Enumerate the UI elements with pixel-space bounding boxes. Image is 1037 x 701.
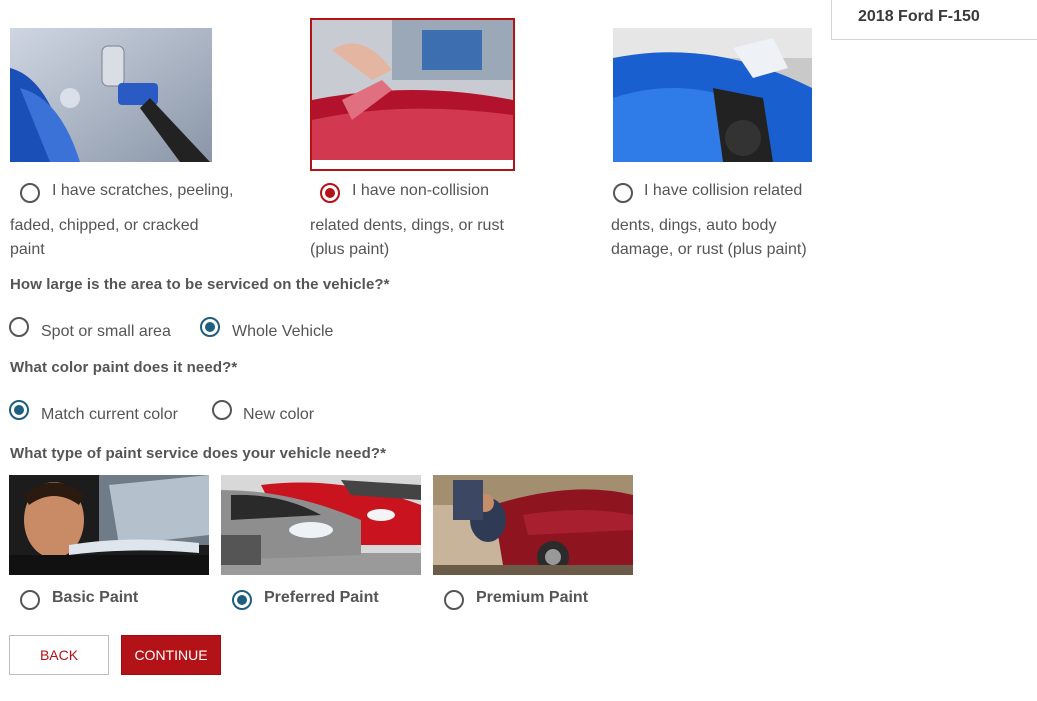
scratches-label-line2: faded, chipped, or cracked (10, 217, 199, 234)
collision-label-line2: dents, dings, auto body (611, 217, 777, 234)
collision-label-line1: I have collision related (644, 182, 803, 199)
collision-damage-image[interactable] (613, 28, 812, 162)
preferred-paint-radio[interactable] (232, 590, 252, 610)
scratches-radio[interactable] (20, 183, 40, 203)
continue-button[interactable]: CONTINUE (121, 635, 221, 675)
premium-paint-label[interactable]: Premium Paint (476, 589, 588, 607)
dents-rust-image[interactable] (310, 18, 515, 171)
back-button[interactable]: BACK (9, 635, 109, 675)
preferred-paint-label[interactable]: Preferred Paint (264, 589, 379, 607)
spot-small-area-label[interactable]: Spot or small area (41, 323, 171, 341)
new-color-label[interactable]: New color (243, 406, 314, 424)
dents-label-line3: (plus paint) (310, 241, 390, 258)
vehicle-name: 2018 Ford F-150 (831, 0, 1037, 40)
whole-vehicle-radio[interactable] (200, 317, 220, 337)
collision-radio[interactable] (613, 183, 633, 203)
scratches-label-line3: paint (10, 241, 45, 258)
premium-paint-image[interactable] (433, 475, 633, 575)
premium-paint-radio[interactable] (444, 590, 464, 610)
basic-paint-label[interactable]: Basic Paint (52, 589, 138, 607)
dents-radio[interactable] (320, 183, 340, 203)
scratches-paint-image[interactable] (10, 28, 212, 162)
scratches-label-line1: I have scratches, peeling, (52, 182, 234, 199)
area-question-label: How large is the area to be serviced on … (10, 276, 390, 293)
color-question-label: What color paint does it need?* (10, 359, 238, 376)
collision-label-line3: damage, or rust (plus paint) (611, 241, 807, 258)
service-question-label: What type of paint service does your veh… (10, 445, 387, 462)
match-current-color-label[interactable]: Match current color (41, 406, 178, 424)
preferred-paint-image[interactable] (221, 475, 421, 575)
new-color-radio[interactable] (212, 400, 232, 420)
whole-vehicle-label[interactable]: Whole Vehicle (232, 323, 333, 341)
match-current-color-radio[interactable] (9, 400, 29, 420)
dents-label-line1: I have non-collision (352, 182, 489, 199)
basic-paint-image[interactable] (9, 475, 209, 575)
spot-small-area-radio[interactable] (9, 317, 29, 337)
basic-paint-radio[interactable] (20, 590, 40, 610)
dents-label-line2: related dents, dings, or rust (310, 217, 504, 234)
